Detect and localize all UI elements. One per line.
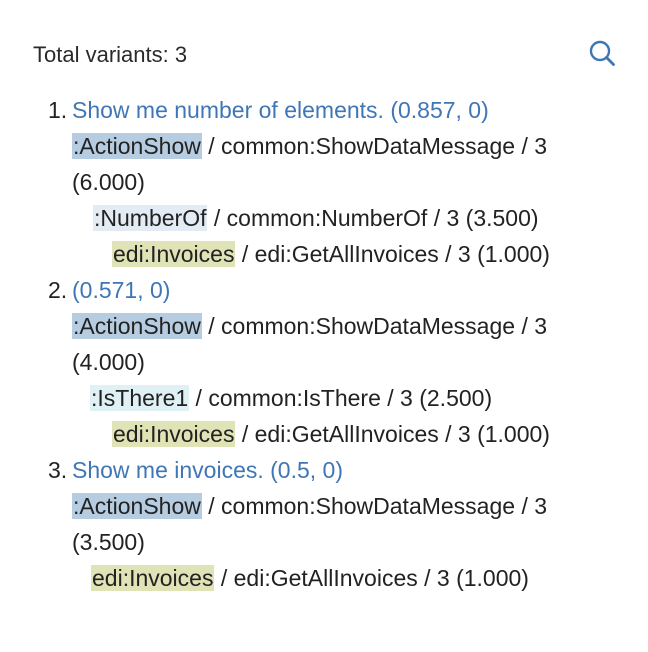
list-item: 1. Show me number of elements. (0.857, 0… xyxy=(33,92,633,272)
variant-title-link[interactable]: Show me number of elements. (0.857, 0) xyxy=(72,97,489,123)
tree-node-child: :NumberOf / common:NumberOf / 3 (3.500) xyxy=(72,200,633,236)
node-details: / common:IsThere / 3 (2.500) xyxy=(189,385,493,411)
list-item: 2. (0.571, 0) :ActionShow / common:ShowD… xyxy=(33,272,633,452)
tree-node-grandchild: edi:Invoices / edi:GetAllInvoices / 3 (1… xyxy=(72,236,633,272)
concept-tag: edi:Invoices xyxy=(112,421,236,447)
variant-number: 1. xyxy=(48,97,68,123)
variants-list: 1. Show me number of elements. (0.857, 0… xyxy=(33,92,633,596)
total-variants-label: Total variants: 3 xyxy=(33,42,188,67)
tree-node-child: edi:Invoices / edi:GetAllInvoices / 3 (1… xyxy=(72,560,633,596)
node-details: / edi:GetAllInvoices / 3 (1.000) xyxy=(235,241,550,267)
node-details: / edi:GetAllInvoices / 3 (1.000) xyxy=(214,565,529,591)
list-item: 3. Show me invoices. (0.5, 0) :ActionSho… xyxy=(33,452,633,596)
variant-title-link[interactable]: Show me invoices. (0.5, 0) xyxy=(72,457,343,483)
concept-tag: :ActionShow xyxy=(72,133,202,159)
concept-tag: :NumberOf xyxy=(93,205,208,231)
variant-number: 2. xyxy=(48,277,68,303)
tree-node-root: :ActionShow / common:ShowDataMessage / 3… xyxy=(72,488,612,560)
tree-node-child: :IsThere1 / common:IsThere / 3 (2.500) xyxy=(72,380,633,416)
search-icon[interactable] xyxy=(587,37,619,69)
tree-node-root: :ActionShow / common:ShowDataMessage / 3… xyxy=(72,308,612,380)
variant-title-link[interactable]: (0.571, 0) xyxy=(72,277,170,303)
concept-tag: :IsThere1 xyxy=(90,385,190,411)
node-details: / common:NumberOf / 3 (3.500) xyxy=(207,205,539,231)
tree-node-grandchild: edi:Invoices / edi:GetAllInvoices / 3 (1… xyxy=(72,416,633,452)
results-header: Total variants: 3 xyxy=(33,37,621,73)
node-details: / edi:GetAllInvoices / 3 (1.000) xyxy=(235,421,550,447)
concept-tag: edi:Invoices xyxy=(91,565,215,591)
concept-tag: :ActionShow xyxy=(72,313,202,339)
concept-tag: edi:Invoices xyxy=(112,241,236,267)
concept-tag: :ActionShow xyxy=(72,493,202,519)
variant-number: 3. xyxy=(48,457,68,483)
tree-node-root: :ActionShow / common:ShowDataMessage / 3… xyxy=(72,128,612,200)
